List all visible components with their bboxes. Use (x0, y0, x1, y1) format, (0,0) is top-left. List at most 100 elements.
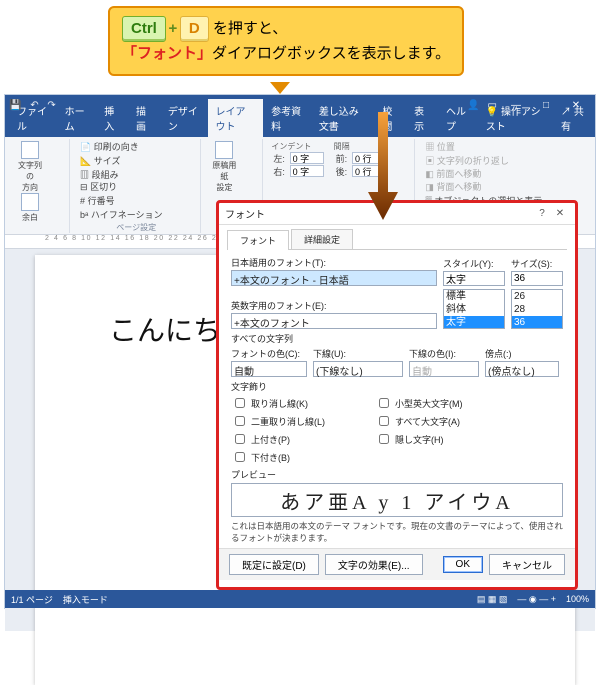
tab-mailings[interactable]: 差し込み文書 (311, 99, 375, 137)
key-ctrl: Ctrl (122, 16, 166, 42)
style-label: スタイル(Y): (443, 257, 505, 270)
chk-dstrike[interactable]: 二重取り消し線(L) (231, 413, 325, 429)
indent-heading: インデント (271, 141, 323, 152)
lightbulb-icon: 💡 (486, 107, 498, 118)
dialog-help-button[interactable]: ? (533, 208, 551, 219)
chk-allcaps-label: すべて大文字(A) (395, 415, 460, 428)
dialog-close-button[interactable]: ✕ (551, 208, 569, 219)
quick-access-toolbar[interactable]: 💾 ↶ ↷ (9, 100, 62, 111)
share-button[interactable]: ↗ 共有 (553, 99, 595, 137)
spacing-before-label: 前: (334, 153, 350, 166)
style-option-1[interactable]: 斜体 (444, 303, 504, 316)
emphasis-select[interactable]: (傍点なし) (485, 361, 559, 377)
style-option-2[interactable]: 太字 (444, 316, 504, 329)
size-input[interactable] (511, 271, 563, 286)
position-button[interactable]: ▦ 位置 (423, 141, 511, 154)
cancel-button[interactable]: キャンセル (489, 554, 565, 575)
zoom-slider[interactable]: — ◉ — + (517, 594, 556, 605)
dialog-tab-font[interactable]: フォント (227, 230, 289, 250)
style-input[interactable] (443, 271, 505, 286)
margins-button[interactable]: 余白 (15, 193, 45, 223)
indent-left-input[interactable] (290, 152, 324, 164)
breaks-button[interactable]: ⊟ 区切り (78, 181, 165, 194)
indent-right-input[interactable] (290, 165, 324, 177)
tab-design[interactable]: デザイン (160, 99, 208, 137)
tab-references[interactable]: 参考資料 (263, 99, 311, 137)
ribbon-tabs: ファイル ホーム 挿入 描画 デザイン レイアウト 参考資料 差し込み文書 校閲… (5, 115, 595, 137)
size-label: サイズ(S): (511, 257, 563, 270)
tab-draw[interactable]: 描画 (128, 99, 160, 137)
breaks-label: 区切り (90, 182, 117, 192)
chk-allcaps[interactable]: すべて大文字(A) (375, 413, 463, 429)
undo-icon[interactable]: ↶ (30, 100, 38, 111)
tell-me[interactable]: 💡 操作アシスト (478, 99, 553, 137)
columns-button[interactable]: ▥ 段組み (78, 169, 141, 182)
chk-hidden-box[interactable] (379, 434, 389, 444)
tab-layout[interactable]: レイアウト (208, 99, 264, 137)
chk-strike[interactable]: 取り消し線(K) (231, 395, 325, 411)
hyphenation-button[interactable]: bᵃ ハイフネーション (78, 209, 165, 222)
ribbon-group-textdir: 文字列の 方向 余白 (9, 139, 70, 233)
callout-line1-tail: を押すと、 (209, 20, 288, 37)
preview-box: あア亜A y 1 アイウA (231, 483, 563, 517)
chk-superscript[interactable]: 上付き(P) (231, 431, 325, 447)
document-text[interactable]: こんにち (109, 309, 221, 349)
underline-color-select[interactable]: 自動 (409, 361, 479, 377)
size-option-1[interactable]: 28 (512, 303, 562, 316)
view-buttons[interactable]: ▤ ▦ ▧ (477, 594, 508, 605)
set-default-button[interactable]: 既定に設定(D) (229, 554, 319, 575)
style-listbox[interactable]: 標準 斜体 太字 (443, 289, 505, 329)
chk-hidden[interactable]: 隠し文字(H) (375, 431, 463, 447)
ok-button[interactable]: OK (443, 556, 483, 573)
jp-font-label: 日本語用のフォント(T): (231, 256, 437, 269)
size-listbox[interactable]: 26 28 36 (511, 289, 563, 329)
status-page[interactable]: 1/1 ページ (11, 593, 53, 606)
chk-smallcaps-box[interactable] (379, 398, 389, 408)
all-text-label: すべての文字列 (231, 332, 563, 345)
underline-select[interactable]: (下線なし) (313, 361, 403, 377)
tab-home[interactable]: ホーム (57, 99, 97, 137)
chk-superscript-label: 上付き(P) (251, 433, 290, 446)
tab-insert[interactable]: 挿入 (96, 99, 128, 137)
size-button[interactable]: 📐 サイズ (78, 155, 141, 168)
chk-smallcaps[interactable]: 小型英大文字(M) (375, 395, 463, 411)
orientation-button[interactable]: 📄 印刷の向き (78, 141, 141, 154)
chk-dstrike-box[interactable] (235, 416, 245, 426)
status-mode[interactable]: 挿入モード (63, 593, 108, 606)
size-option-2[interactable]: 36 (512, 316, 562, 329)
plus-icon: + (166, 17, 180, 41)
chk-subscript-box[interactable] (235, 452, 245, 462)
text-effects-button[interactable]: 文字の効果(E)... (325, 554, 423, 575)
style-option-0[interactable]: 標準 (444, 290, 504, 303)
pointer-arrow-icon (368, 112, 398, 222)
bring-forward-button[interactable]: ◧ 前面へ移動 (423, 168, 544, 181)
dialog-tabs: フォント 詳細設定 (227, 229, 567, 250)
chk-smallcaps-label: 小型英大文字(M) (395, 397, 463, 410)
chk-strike-box[interactable] (235, 398, 245, 408)
size-option-0[interactable]: 26 (512, 290, 562, 303)
instruction-callout: Ctrl+D を押すと、 「フォント」ダイアログボックスを表示します。 (108, 6, 464, 76)
chk-subscript[interactable]: 下付き(B) (231, 449, 325, 465)
manuscript-label: 原稿用紙 設定 (209, 160, 239, 193)
dialog-tab-advanced[interactable]: 詳細設定 (291, 229, 353, 249)
chk-superscript-box[interactable] (235, 434, 245, 444)
en-font-select[interactable]: +本文のフォント (231, 313, 437, 329)
wrap-text-button[interactable]: ▣ 文字列の折り返し (423, 155, 511, 168)
group-label-page: ページ設定 (72, 222, 200, 233)
chk-hidden-label: 隠し文字(H) (395, 433, 444, 446)
send-backward-button[interactable]: ◨ 背面へ移動 (423, 181, 544, 194)
line-numbers-button[interactable]: # 行番号 (78, 195, 165, 208)
tab-view[interactable]: 表示 (406, 99, 438, 137)
manuscript-icon (215, 141, 233, 159)
text-direction-button[interactable]: 文字列の 方向 (15, 141, 45, 193)
status-zoom[interactable]: 100% (566, 594, 589, 604)
position-label: 位置 (437, 142, 455, 152)
save-icon[interactable]: 💾 (9, 100, 21, 111)
manuscript-button[interactable]: 原稿用紙 設定 (209, 141, 239, 193)
tab-help[interactable]: ヘルプ (438, 99, 478, 137)
redo-icon[interactable]: ↷ (47, 100, 55, 111)
underline-color-label: 下線の色(I): (409, 347, 479, 360)
font-color-select[interactable]: 自動 (231, 361, 307, 377)
chk-allcaps-box[interactable] (379, 416, 389, 426)
jp-font-select[interactable]: +本文のフォント - 日本語 (231, 270, 437, 286)
